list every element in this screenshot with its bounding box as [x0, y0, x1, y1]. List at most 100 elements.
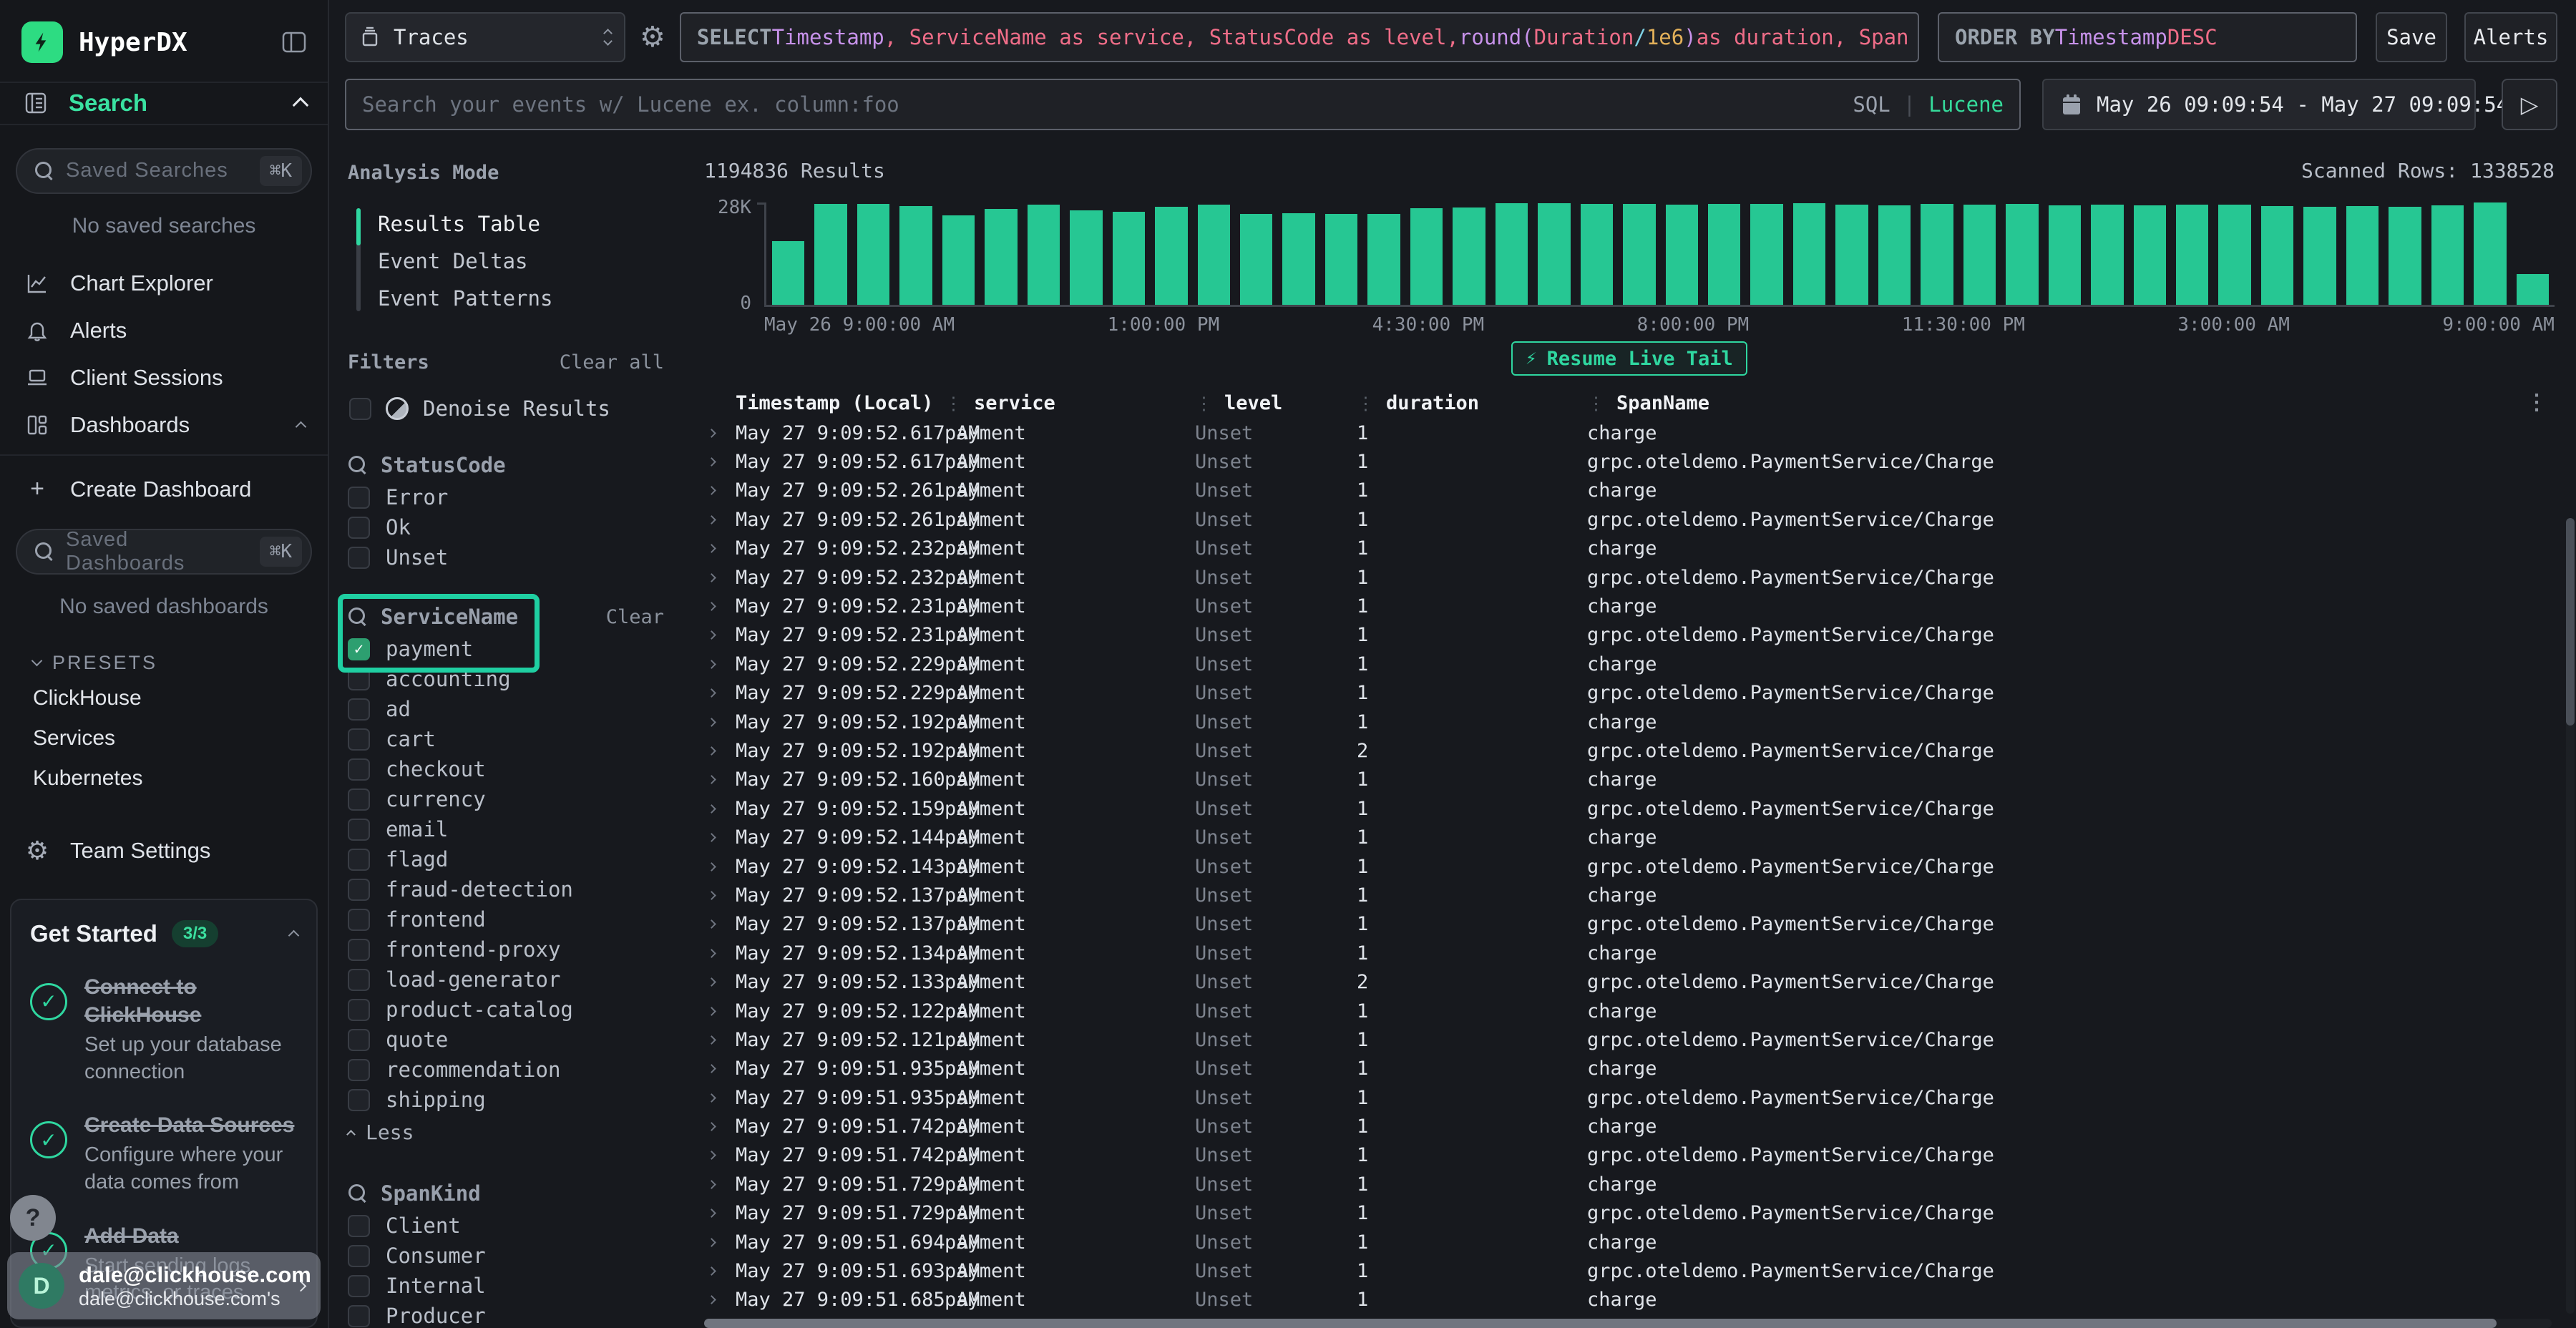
row-expand-icon[interactable]	[704, 1297, 736, 1303]
horizontal-scrollbar-thumb[interactable]	[704, 1319, 2497, 1328]
filter-option[interactable]: checkout	[348, 754, 664, 784]
chevron-up-icon[interactable]	[293, 97, 309, 114]
row-expand-icon[interactable]	[704, 517, 736, 523]
lucene-mode-option[interactable]: Lucene	[1928, 92, 2004, 117]
filter-option[interactable]: product-catalog	[348, 995, 664, 1025]
source-settings-gear-icon[interactable]: ⚙	[640, 23, 665, 52]
query-language-toggle[interactable]: SQL | Lucene	[1853, 92, 2004, 117]
row-expand-icon[interactable]	[704, 1065, 736, 1072]
row-expand-icon[interactable]	[704, 921, 736, 927]
table-row[interactable]: May 27 9:09:52.137 AMpaymentUnset1grpc.o…	[704, 910, 2555, 939]
show-less-toggle[interactable]: Less	[348, 1115, 664, 1149]
clear-all-filters-link[interactable]: Clear all	[560, 351, 664, 374]
table-row[interactable]: May 27 9:09:51.742 AMpaymentUnset1grpc.o…	[704, 1141, 2555, 1170]
presets-toggle[interactable]: PRESETS	[16, 640, 312, 678]
table-row[interactable]: May 27 9:09:51.935 AMpaymentUnset1grpc.o…	[704, 1083, 2555, 1112]
table-row[interactable]: May 27 9:09:52.229 AMpaymentUnset1charge	[704, 650, 2555, 678]
chevron-up-icon[interactable]	[288, 930, 300, 942]
histogram-bar[interactable]	[1581, 204, 1613, 305]
row-expand-icon[interactable]	[704, 575, 736, 581]
table-row[interactable]: May 27 9:09:52.143 AMpaymentUnset1grpc.o…	[704, 852, 2555, 881]
row-expand-icon[interactable]	[704, 748, 736, 754]
checkbox[interactable]	[348, 819, 370, 841]
row-expand-icon[interactable]	[704, 864, 736, 870]
row-expand-icon[interactable]	[704, 690, 736, 696]
sql-select-input[interactable]: SELECT Timestamp, ServiceName as service…	[680, 12, 1919, 62]
column-separator[interactable]: ⋮	[1357, 393, 1375, 414]
checkbox[interactable]	[348, 1305, 370, 1327]
row-expand-icon[interactable]	[704, 1037, 736, 1043]
histogram-bar[interactable]	[1921, 204, 1953, 305]
checkbox[interactable]	[348, 969, 370, 991]
filter-option[interactable]: Consumer	[348, 1241, 664, 1271]
checkbox[interactable]	[348, 758, 370, 781]
histogram-bar[interactable]	[1835, 205, 1868, 305]
histogram-bar[interactable]	[1410, 208, 1443, 305]
table-row[interactable]: May 27 9:09:51.935 AMpaymentUnset1charge	[704, 1055, 2555, 1083]
row-expand-icon[interactable]	[704, 430, 736, 436]
user-menu[interactable]: D dale@clickhouse.com dale@clickhouse.co…	[7, 1252, 321, 1319]
analysis-mode-event-deltas[interactable]: Event Deltas	[378, 243, 686, 280]
table-row[interactable]: May 27 9:09:51.729 AMpaymentUnset1charge	[704, 1170, 2555, 1198]
filter-option[interactable]: load-generator	[348, 965, 664, 995]
filter-option[interactable]: currency	[348, 784, 664, 814]
histogram-bar[interactable]	[2218, 205, 2250, 305]
row-expand-icon[interactable]	[704, 1239, 736, 1246]
column-separator[interactable]: ⋮	[945, 393, 962, 414]
table-row[interactable]: May 27 9:09:52.232 AMpaymentUnset1grpc.o…	[704, 563, 2555, 592]
get-started-step[interactable]: ✓Connect to ClickHouseSet up your databa…	[30, 973, 298, 1085]
vertical-scrollbar[interactable]	[2566, 518, 2575, 1314]
table-row[interactable]: May 27 9:09:51.742 AMpaymentUnset1charge	[704, 1112, 2555, 1141]
sidebar-item-search[interactable]: Search	[0, 83, 328, 125]
table-row[interactable]: May 27 9:09:51.729 AMpaymentUnset1grpc.o…	[704, 1199, 2555, 1228]
row-expand-icon[interactable]	[704, 950, 736, 957]
histogram-bar[interactable]	[1538, 203, 1570, 305]
histogram-bar[interactable]	[1878, 205, 1911, 305]
checkbox[interactable]	[348, 1275, 370, 1297]
histogram-bar[interactable]	[2431, 205, 2464, 305]
table-row[interactable]: May 27 9:09:52.192 AMpaymentUnset2grpc.o…	[704, 736, 2555, 765]
denoise-results-option[interactable]: Denoise Results	[349, 396, 686, 421]
row-expand-icon[interactable]	[704, 1268, 736, 1274]
column-duration[interactable]: ⋮duration	[1357, 392, 1587, 414]
histogram-bar[interactable]	[1708, 204, 1740, 305]
filter-option[interactable]: recommendation	[348, 1055, 664, 1085]
histogram-bar[interactable]	[814, 204, 847, 305]
histogram-bar[interactable]	[1623, 204, 1655, 305]
histogram-bar[interactable]	[2517, 274, 2549, 305]
alerts-button[interactable]: Alerts	[2464, 12, 2557, 62]
table-row[interactable]: May 27 9:09:52.160 AMpaymentUnset1charge	[704, 766, 2555, 794]
resume-live-tail-button[interactable]: ⚡ Resume Live Tail	[1511, 341, 1747, 376]
create-dashboard-button[interactable]: + Create Dashboard	[16, 466, 312, 513]
histogram-bar[interactable]	[1793, 203, 1825, 305]
histogram-bar[interactable]	[1325, 214, 1357, 305]
table-row[interactable]: May 27 9:09:52.133 AMpaymentUnset2grpc.o…	[704, 967, 2555, 996]
histogram-bar[interactable]	[2176, 205, 2208, 305]
histogram-bar[interactable]	[2134, 205, 2166, 305]
histogram-bar[interactable]	[1963, 205, 1996, 305]
histogram-bar[interactable]	[2049, 205, 2081, 305]
filter-option[interactable]: shipping	[348, 1085, 664, 1115]
checkbox[interactable]	[348, 849, 370, 871]
row-expand-icon[interactable]	[704, 661, 736, 668]
row-expand-icon[interactable]	[704, 776, 736, 783]
column-separator[interactable]: ⋮	[1195, 393, 1213, 414]
date-range-picker[interactable]: May 26 09:09:54 - May 27 09:09:54	[2042, 79, 2476, 130]
checkbox[interactable]	[348, 879, 370, 901]
sidebar-collapse-icon[interactable]	[282, 31, 306, 53]
sql-mode-option[interactable]: SQL	[1853, 92, 1890, 117]
order-by-input[interactable]: ORDER BY Timestamp DESC	[1938, 12, 2357, 62]
sidebar-item-chart-explorer[interactable]: Chart Explorer	[16, 260, 312, 307]
analysis-mode-event-patterns[interactable]: Event Patterns	[378, 280, 686, 317]
filter-option[interactable]: Ok	[348, 512, 664, 542]
row-expand-icon[interactable]	[704, 545, 736, 552]
checkbox[interactable]	[348, 788, 370, 811]
table-row[interactable]: May 27 9:09:52.192 AMpaymentUnset1charge	[704, 708, 2555, 736]
row-expand-icon[interactable]	[704, 632, 736, 638]
row-expand-icon[interactable]	[704, 1152, 736, 1158]
column-spanname[interactable]: ⋮SpanName	[1587, 392, 2504, 414]
checkbox[interactable]	[348, 1029, 370, 1051]
table-row[interactable]: May 27 9:09:51.694 AMpaymentUnset1charge	[704, 1228, 2555, 1256]
column-separator[interactable]: ⋮	[1587, 393, 1605, 414]
histogram-bar[interactable]	[1070, 210, 1102, 305]
